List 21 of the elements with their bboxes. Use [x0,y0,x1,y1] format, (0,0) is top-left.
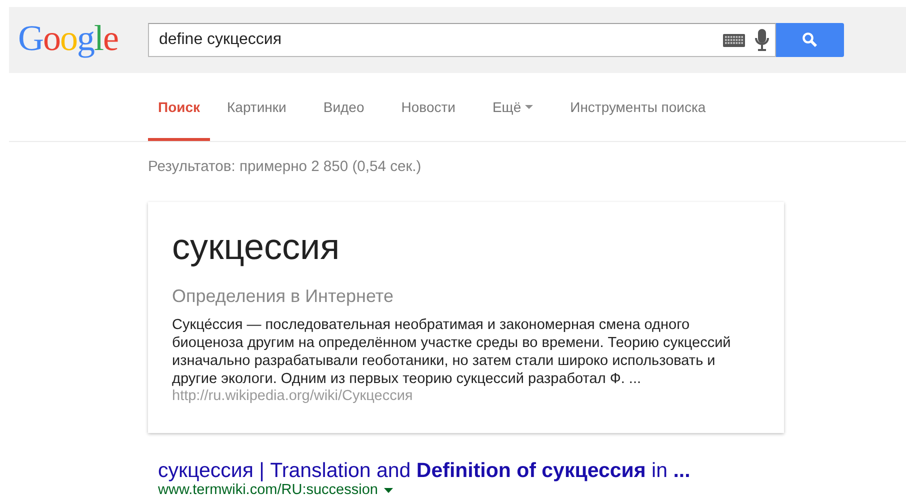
source-heading: Определения в Интернете [172,286,394,307]
search-button[interactable] [776,23,844,57]
nav-tab[interactable]: Ещё [492,73,534,141]
nav-tab[interactable]: Поиск [148,73,210,141]
definition-term: сукцессия [172,226,341,268]
nav-tab[interactable]: Инструменты поиска [570,73,706,141]
search-icon [802,32,818,48]
result-stats: Результатов: примерно 2 850 (0,54 сек.) [148,159,422,175]
search-input[interactable]: define сукцессия [159,31,713,49]
keyboard-icon[interactable] [723,34,745,46]
nav-tab[interactable]: Новости [401,73,456,141]
nav-tab[interactable]: Видео [323,73,364,141]
microphone-icon[interactable] [755,29,769,51]
nav-tab[interactable]: Картинки [227,73,286,141]
result-url: www.termwiki.com/RU:succession [158,482,378,498]
source-link[interactable]: http://ru.wikipedia.org/wiki/Сукцессия [172,388,760,404]
definition-snippet: Сукце́ссия — последовательная необратимая и закономерная смена одного биоценоза другим на определённом участке среды во времени. Теорию сукцессий изначально разрабатывали геоботаники, но затем стали широко использовать и другие экологи. Одним из первых теорию сукцессий разработал Ф. ... [172,316,732,388]
caret-icon[interactable] [384,488,393,492]
result-title-link[interactable]: сукцессия | Translation and Definition of сукцессия in ... [158,459,906,482]
search-field[interactable]: define сукцессия [148,23,776,57]
google-logo[interactable]: Google [18,17,126,59]
